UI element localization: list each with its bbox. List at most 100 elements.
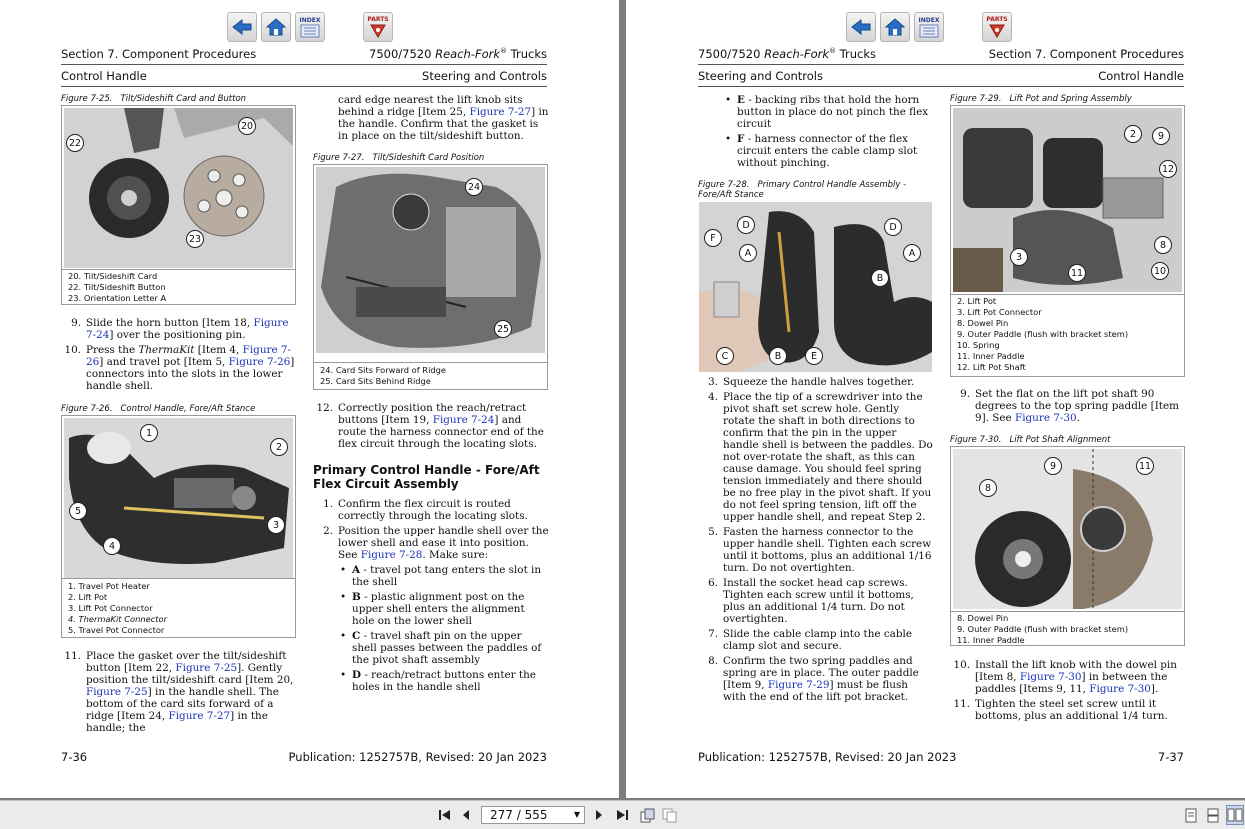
step-11: 11. Place the gasket over the tilt/sidesh… [61,650,301,737]
figure-link[interactable]: Figure 7-24 [433,414,495,426]
figure-link[interactable]: Figure 7-25 [175,662,237,674]
figure-link[interactable]: Figure 7-26 [229,356,291,368]
figure-link[interactable]: Figure 7-27 [469,106,531,118]
subheader-right: Steering and Controls [422,69,547,83]
callout-4: 4 [103,537,121,555]
callout-23: 23 [186,230,204,248]
figure-legend: 2. Lift Pot 3. Lift Pot Connector 8. Dow… [957,296,1129,372]
header-title: 7500/7520 Reach-Fork® Trucks [698,47,876,61]
figure-legend: 20. Tilt/Sideshift Card 22. Tilt/Sideshi… [68,271,167,303]
home-button[interactable] [261,12,291,42]
bullet-item: D - reach/retract buttons enter the hole… [338,669,549,693]
publication-info: Publication: 1252757B, Revised: 20 Jan 2… [288,750,547,764]
figure-link[interactable]: Figure 7-30 [1020,671,1082,683]
step-12: 12. Correctly position the reach/retract … [313,402,549,453]
callout-E: E [805,347,823,365]
list-item: 10. Install the lift knob with the dowel … [953,659,1177,695]
figure-link[interactable]: Figure 7-27 [169,710,231,722]
callout-22: 22 [66,134,84,152]
next-page-icon[interactable] [594,808,604,826]
steps-9-10: 9. Slide the horn button [Item 18, Figure… [61,317,301,395]
figure-caption: Figure 7-26. Control Handle, Fore/Aft Sta… [61,404,256,414]
callout-9: 9 [1044,457,1062,475]
home-button[interactable] [880,12,910,42]
callout-B: B [769,347,787,365]
callout-3: 3 [267,516,285,534]
back-arrow-icon [232,18,252,36]
callout-C: C [716,347,734,365]
list-item: 5. Fasten the harness connector to the up… [708,526,932,574]
header-rule [698,64,1184,65]
steps-3-8: 3. Squeeze the handle halves together. 4.… [698,376,933,706]
parts-icon [370,24,386,38]
step-9: 9. Set the flat on the lift pot shaft 90 … [950,388,1188,427]
subheader-left: Steering and Controls [698,69,823,83]
back-arrow-icon [851,18,871,36]
continued-text: card edge nearest the lift knob sits beh… [338,94,549,142]
parts-label: PARTS [986,15,1008,23]
subheader-right: Control Handle [1098,69,1184,83]
figure-link[interactable]: Figure 7-29 [768,679,830,691]
index-button[interactable]: INDEX [914,12,944,42]
callout-F: F [704,229,722,247]
chevron-down-icon: ▼ [573,810,580,819]
figure-caption: Figure 7-30. Lift Pot Shaft Alignment [950,435,1111,445]
page-number: 7-36 [61,750,88,764]
parts-button[interactable]: PARTS [363,12,393,42]
list-icon [300,24,320,37]
list-icon [919,24,939,37]
figure-caption: Figure 7-29. Lift Pot and Spring Assembly [950,94,1132,104]
callout-5: 5 [69,502,87,520]
go-back-icon[interactable] [640,808,656,828]
figure-link[interactable]: Figure 7-30 [1089,683,1151,695]
list-item: 4. Place the tip of a screwdriver into th… [708,391,933,523]
steps-10-11: 10. Install the lift knob with the dowel … [950,659,1188,725]
callout-2: 2 [1124,125,1142,143]
photo-card-and-button [64,108,293,268]
last-page-icon[interactable] [615,808,629,826]
list-item: 8. Confirm the two spring paddles and spr… [708,655,919,703]
prev-page-icon[interactable] [461,808,471,826]
list-item: 12. Correctly position the reach/retract … [316,402,544,450]
list-item: 11. Tighten the steel set screw until it … [953,698,1168,722]
continuous-icon[interactable] [1207,808,1219,827]
callout-A: A [903,244,921,262]
right-page: INDEX PARTS 7500/7520 Reach-Fork® Trucks… [626,0,1245,798]
card-button-illustration [64,108,293,268]
callout-12: 12 [1159,160,1177,178]
bullet-item: B - plastic alignment post on the upper … [338,591,549,627]
section-steps: 1. Confirm the flex circuit is routed cor… [313,498,549,696]
first-page-icon[interactable] [438,808,452,826]
subheader-left: Control Handle [61,69,147,83]
go-forward-icon[interactable] [662,808,678,828]
figure-7-29: 2 9 12 8 3 11 10 2. Lift Pot 3. Lift Pot… [950,105,1185,377]
nav-toolbar: INDEX PARTS [227,12,393,42]
nav-toolbar: INDEX PARTS [846,12,1012,42]
list-item: 1. Confirm the flex circuit is routed cor… [323,498,528,522]
subheader-rule [698,86,1184,87]
figure-caption: Figure 7-25. Tilt/Sideshift Card and Butt… [61,94,247,104]
figure-link[interactable]: Figure 7-30 [1015,412,1077,424]
back-button[interactable] [846,12,876,42]
two-page-icon[interactable] [1226,805,1244,825]
page-number-select[interactable]: 277 / 555 ▼ [481,806,585,824]
index-button[interactable]: INDEX [295,12,325,42]
list-item: 7. Slide the cable clamp into the cable c… [708,628,912,652]
callout-3: 3 [1010,248,1028,266]
figure-link[interactable]: Figure 7-28 [361,549,423,561]
single-page-icon[interactable] [1185,808,1197,827]
list-item: 9. Set the flat on the lift pot shaft 90 … [960,388,1179,424]
callout-2: 2 [270,438,288,456]
figure-link[interactable]: Figure 7-25 [86,686,148,698]
parts-button[interactable]: PARTS [982,12,1012,42]
callout-11: 11 [1136,457,1154,475]
section-heading: Primary Control Handle - Fore/Aft Flex C… [313,463,540,491]
list-item: 11. Place the gasket over the tilt/sidesh… [64,650,294,734]
parts-icon [989,24,1005,38]
callout-24: 24 [465,178,483,196]
callout-9: 9 [1152,127,1170,145]
list-item: 10. Press the ThermaKit [Item 4, Figure 7… [64,344,295,392]
callout-25: 25 [494,320,512,338]
back-button[interactable] [227,12,257,42]
bullet-item: C - travel shaft pin on the upper shell … [338,630,549,666]
